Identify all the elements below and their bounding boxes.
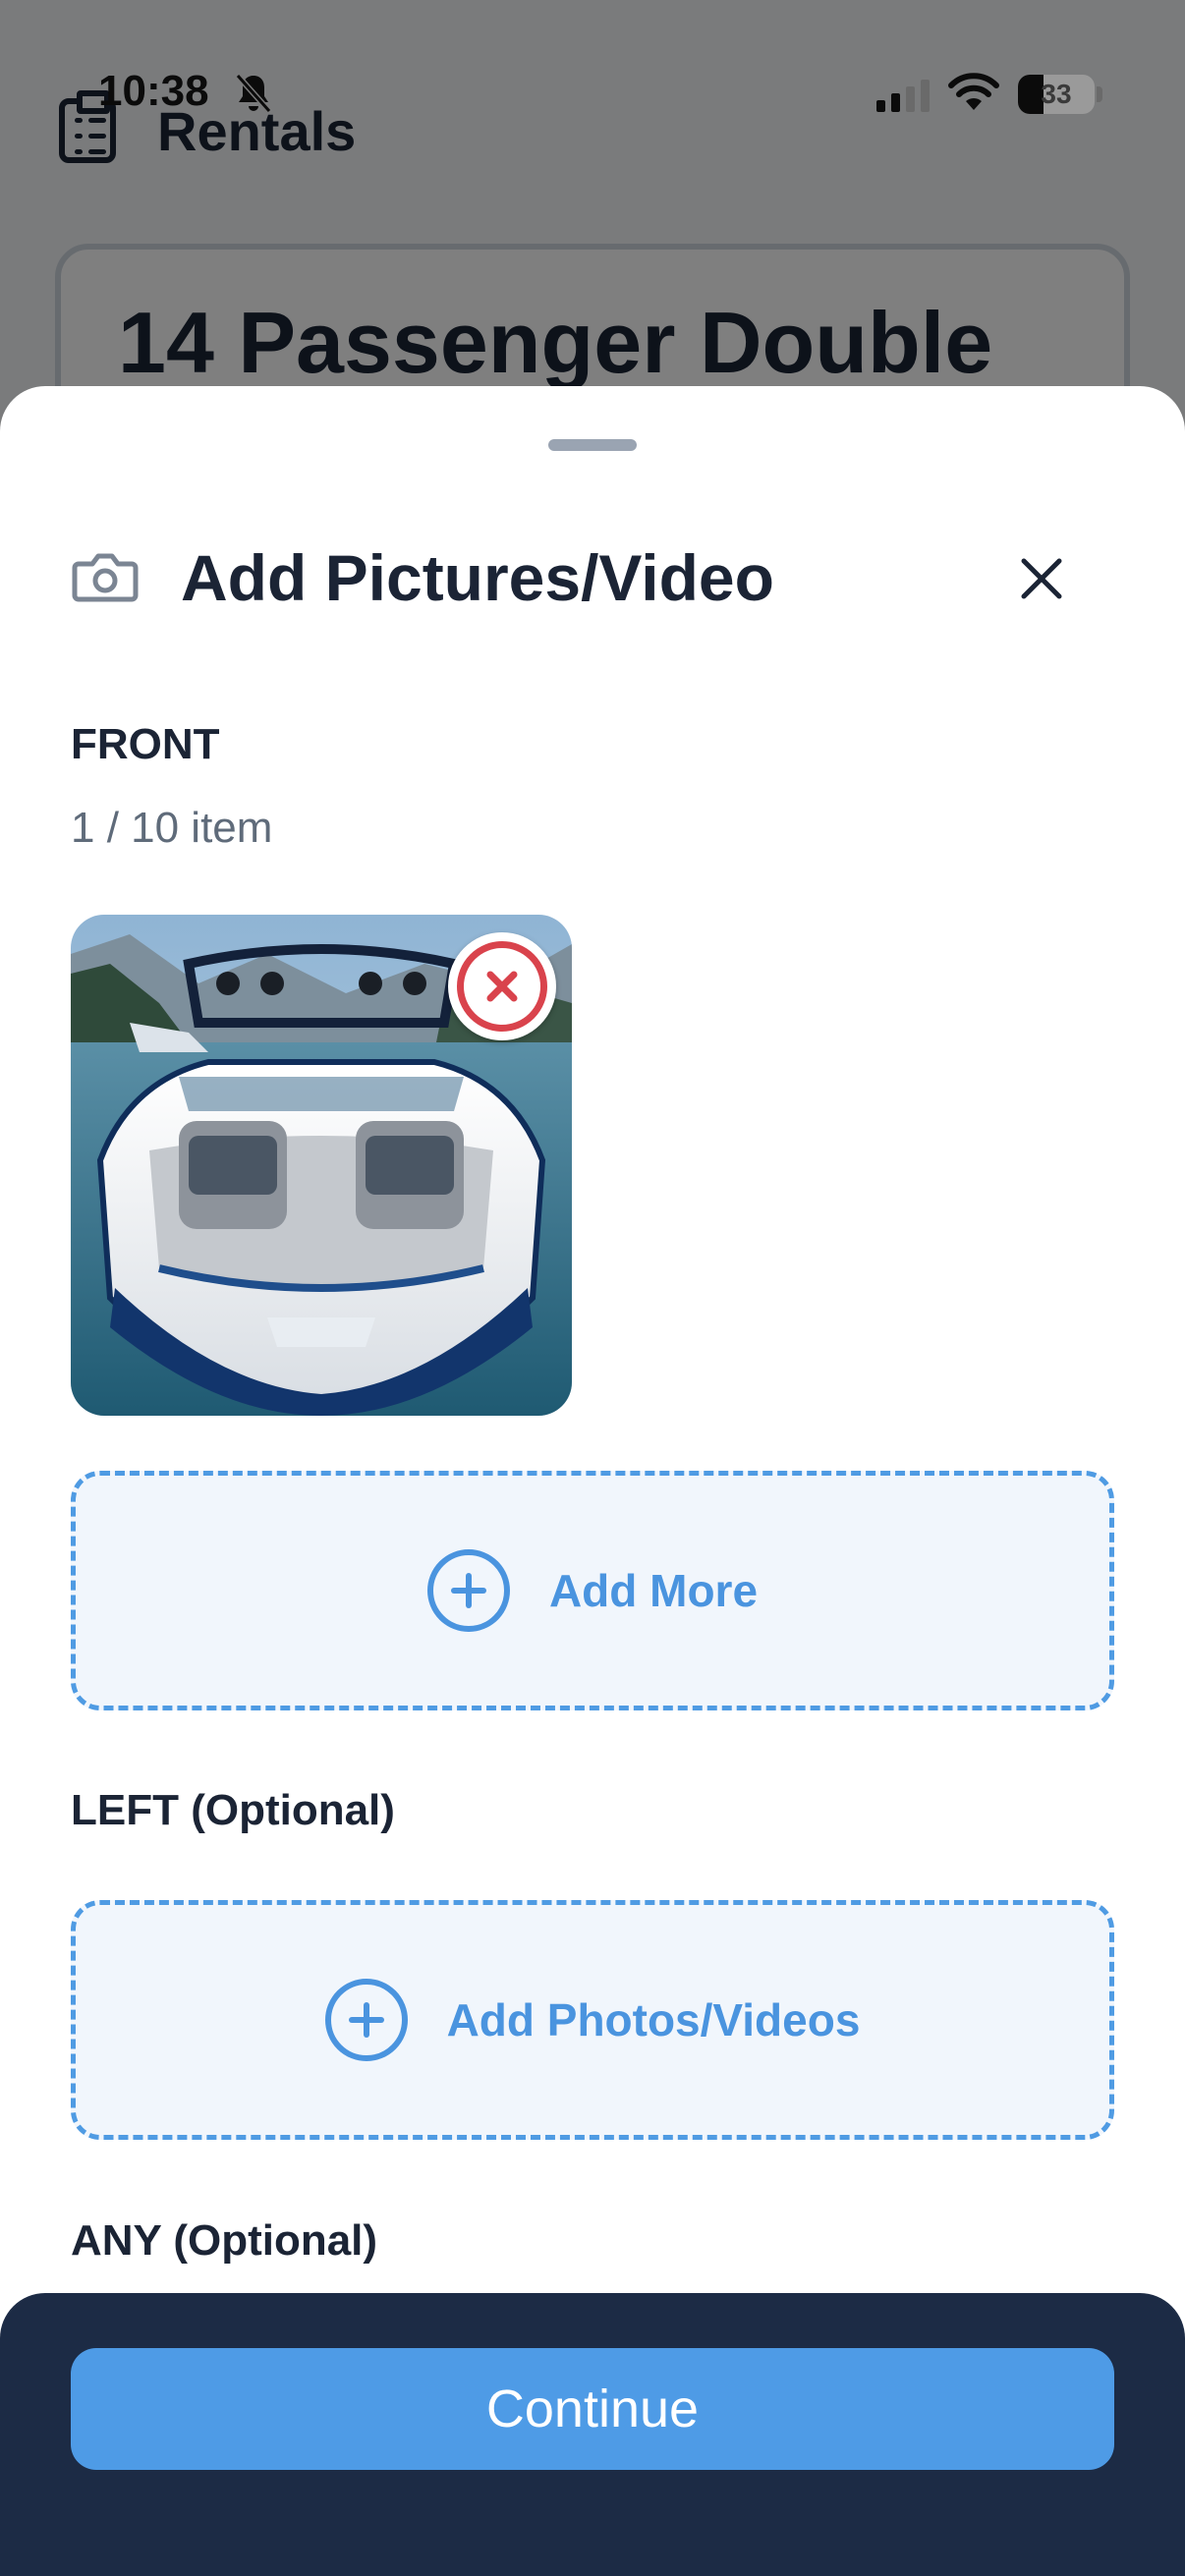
remove-photo-button[interactable] — [448, 932, 556, 1040]
plus-circle-icon — [426, 1549, 510, 1632]
battery-tip — [1097, 86, 1102, 102]
cellular-signal-icon — [876, 79, 930, 112]
close-icon — [1021, 558, 1062, 599]
front-item-count: 1 / 10 item — [71, 804, 273, 852]
camera-icon — [72, 553, 139, 602]
sheet-title: Add Pictures/Video — [181, 541, 774, 614]
front-section-label: FRONT — [71, 720, 220, 768]
status-bar: 10:38 33 — [0, 59, 1185, 128]
wifi-icon — [948, 73, 999, 110]
sheet-grabber[interactable] — [548, 439, 637, 451]
sheet-footer: Continue — [0, 2293, 1185, 2576]
continue-button[interactable]: Continue — [71, 2348, 1114, 2470]
left-section-label: LEFT (Optional) — [71, 1786, 395, 1834]
close-button[interactable] — [1010, 547, 1073, 610]
battery-icon: 33 — [1018, 75, 1095, 114]
remove-x-icon — [486, 971, 518, 1002]
add-more-button[interactable]: Add More — [71, 1471, 1114, 1710]
add-media-sheet: Add Pictures/Video FRONT 1 / 10 item Add… — [0, 386, 1185, 2576]
any-section-label: ANY (Optional) — [71, 2216, 378, 2265]
add-photos-videos-label: Add Photos/Videos — [446, 1994, 861, 2045]
battery-percent: 33 — [1041, 79, 1072, 109]
bell-slash-icon — [235, 74, 272, 113]
plus-circle-icon — [324, 1979, 408, 2061]
screen: Rentals 14 Passenger Double 10:38 33 — [0, 0, 1185, 2576]
add-more-label: Add More — [548, 1565, 759, 1616]
add-photos-videos-button[interactable]: Add Photos/Videos — [71, 1900, 1114, 2140]
sheet-header: Add Pictures/Video — [71, 533, 1073, 622]
status-time: 10:38 — [98, 67, 209, 115]
